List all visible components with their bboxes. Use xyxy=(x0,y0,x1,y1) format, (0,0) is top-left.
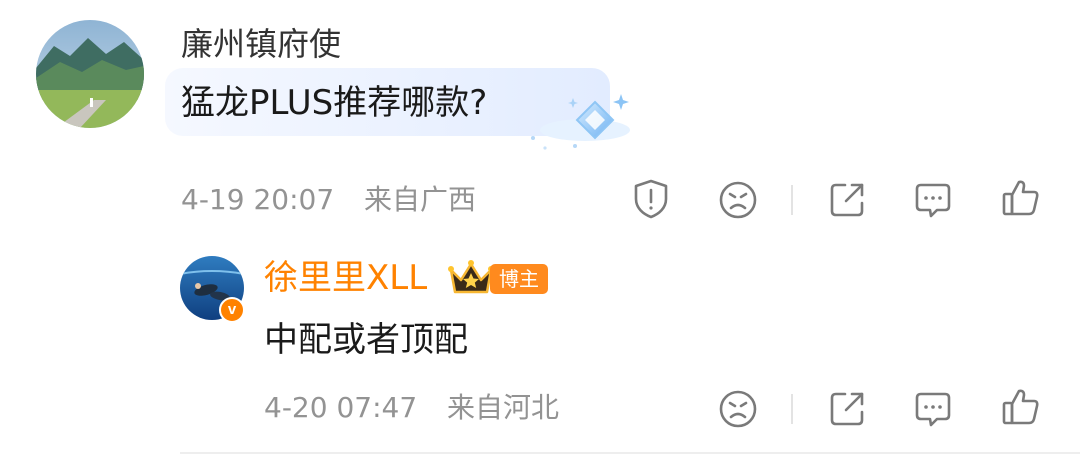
like-icon[interactable] xyxy=(999,176,1043,220)
crown-icon xyxy=(446,258,496,298)
comment-timestamp: 4-19 20:07 xyxy=(181,183,335,216)
bubble-decoration-icon xyxy=(515,90,640,155)
action-divider xyxy=(791,185,793,215)
avatar[interactable] xyxy=(36,20,144,128)
action-divider xyxy=(791,394,793,424)
blogger-badge: 博主 xyxy=(490,264,548,294)
comment-text: 猛龙PLUS推荐哪款? xyxy=(181,83,488,123)
comment-username[interactable]: 廉州镇府使 xyxy=(181,22,341,66)
comment-location: 来自广西 xyxy=(363,183,476,216)
share-icon[interactable] xyxy=(825,178,869,222)
reply-timestamp: 4-20 07:47 xyxy=(264,391,418,424)
sad-face-icon[interactable] xyxy=(716,387,760,431)
divider-line xyxy=(180,452,1080,454)
reply-location: 来自河北 xyxy=(446,391,559,424)
comment-meta: 4-19 20:07 来自广西 xyxy=(181,180,476,220)
share-icon[interactable] xyxy=(825,387,869,431)
reply-text: 中配或者顶配 xyxy=(264,320,468,360)
avatar-landscape-image xyxy=(36,20,144,128)
reply-username[interactable]: 徐里里XLL xyxy=(264,254,427,302)
verified-badge: v xyxy=(219,297,245,323)
comment-icon[interactable] xyxy=(911,178,955,222)
report-icon[interactable] xyxy=(629,177,673,221)
reply-meta: 4-20 07:47 来自河北 xyxy=(264,388,559,428)
like-icon[interactable] xyxy=(999,385,1043,429)
sad-face-icon[interactable] xyxy=(716,178,760,222)
comment-icon[interactable] xyxy=(911,387,955,431)
